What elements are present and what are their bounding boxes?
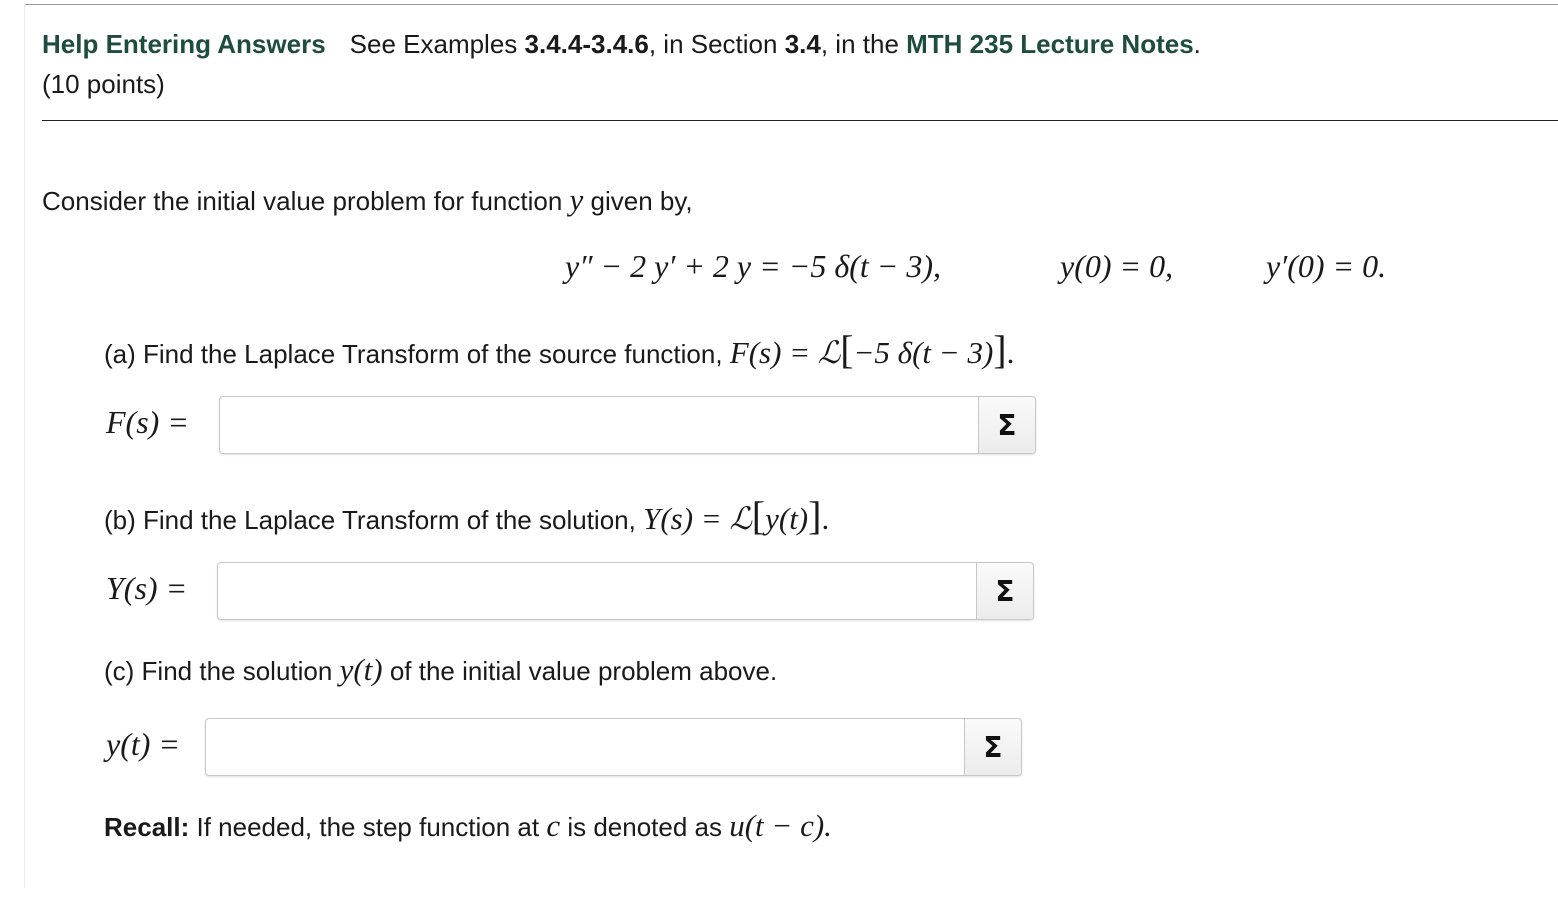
- part-c-input[interactable]: [206, 719, 964, 775]
- part-c-label: y(t) =: [106, 726, 180, 763]
- part-b-label: Y(s) =: [106, 570, 187, 607]
- part-c-math: y(t): [339, 652, 383, 687]
- recall-variable: c: [546, 808, 561, 843]
- initial-condition-2: y′(0) = 0.: [1266, 248, 1386, 285]
- recall-text-2: is denoted as: [567, 812, 722, 842]
- problem-intro: Consider the initial value problem for f…: [42, 182, 693, 218]
- part-b-label-text: Y(s) =: [106, 570, 188, 606]
- part-c-text-end: of the initial value problem above.: [389, 656, 778, 686]
- differential-equation: y″ − 2 y′ + 2 y = −5 δ(t − 3),: [565, 248, 941, 285]
- part-a-math-lhs: F(s) = ℒ: [729, 335, 841, 370]
- problem-page: Help Entering Answers See Examples 3.4.4-…: [0, 0, 1558, 910]
- intro-text: Consider the initial value problem for f…: [42, 186, 563, 216]
- in-the-text: , in the: [820, 29, 907, 59]
- part-a-prompt: (a) Find the Laplace Transform of the so…: [104, 327, 1015, 372]
- part-b-prompt: (b) Find the Laplace Transform of the so…: [104, 493, 830, 538]
- top-divider: [24, 4, 1558, 5]
- header-period: .: [1193, 29, 1201, 59]
- examples-range: 3.4.4-3.4.6: [524, 29, 649, 59]
- part-b-equation-editor-button[interactable]: Σ: [976, 563, 1033, 619]
- sigma-icon: Σ: [997, 408, 1017, 442]
- lecture-notes-link[interactable]: MTH 235 Lecture Notes: [906, 29, 1194, 59]
- part-a-equation-editor-button[interactable]: Σ: [978, 397, 1035, 453]
- equation-text: y″ − 2 y′ + 2 y = −5 δ(t − 3),: [565, 248, 941, 284]
- recall-label: Recall:: [104, 812, 190, 842]
- part-b-text: (b) Find the Laplace Transform of the so…: [104, 505, 636, 535]
- initial-condition-1: y(0) = 0,: [1060, 248, 1173, 285]
- header-divider: [42, 120, 1558, 121]
- problem-header: Help Entering Answers See Examples 3.4.4-…: [42, 26, 1201, 102]
- sigma-icon: Σ: [995, 574, 1015, 608]
- sigma-icon: Σ: [983, 730, 1003, 764]
- part-b-input[interactable]: [218, 563, 976, 619]
- part-a-label: F(s) =: [106, 404, 189, 441]
- see-examples-text: See Examples: [349, 29, 525, 59]
- part-c-equation-editor-button[interactable]: Σ: [964, 719, 1021, 775]
- part-b-math-inner: y(t): [765, 501, 809, 536]
- recall-text: If needed, the step function at: [196, 812, 540, 842]
- intro-variable: y: [569, 182, 584, 217]
- part-c-text: (c) Find the solution: [104, 656, 333, 686]
- part-c-answer-box: Σ: [205, 718, 1022, 776]
- recall-expression: u(t − c).: [729, 808, 832, 843]
- part-b-answer-box: Σ: [217, 562, 1034, 620]
- part-a-input[interactable]: [220, 397, 978, 453]
- intro-end-text: given by,: [590, 186, 693, 216]
- section-number: 3.4: [784, 29, 821, 59]
- recall-note: Recall: If needed, the step function at …: [104, 808, 832, 844]
- part-c-prompt: (c) Find the solution y(t) of the initia…: [104, 652, 777, 688]
- left-border: [24, 4, 25, 888]
- in-section-text: , in Section: [648, 29, 785, 59]
- part-a-math-inner: −5 δ(t − 3): [853, 335, 994, 370]
- ic2-text: y′(0) = 0.: [1266, 248, 1387, 284]
- part-a-answer-box: Σ: [219, 396, 1036, 454]
- help-entering-answers-link[interactable]: Help Entering Answers: [42, 29, 326, 59]
- part-b-math-lhs: Y(s) = ℒ: [643, 501, 752, 536]
- ic1-text: y(0) = 0,: [1060, 248, 1174, 284]
- part-a-label-text: F(s) =: [106, 404, 189, 440]
- points-label: (10 points): [42, 69, 165, 99]
- part-a-text: (a) Find the Laplace Transform of the so…: [104, 339, 723, 369]
- part-c-label-text: y(t) =: [106, 726, 180, 762]
